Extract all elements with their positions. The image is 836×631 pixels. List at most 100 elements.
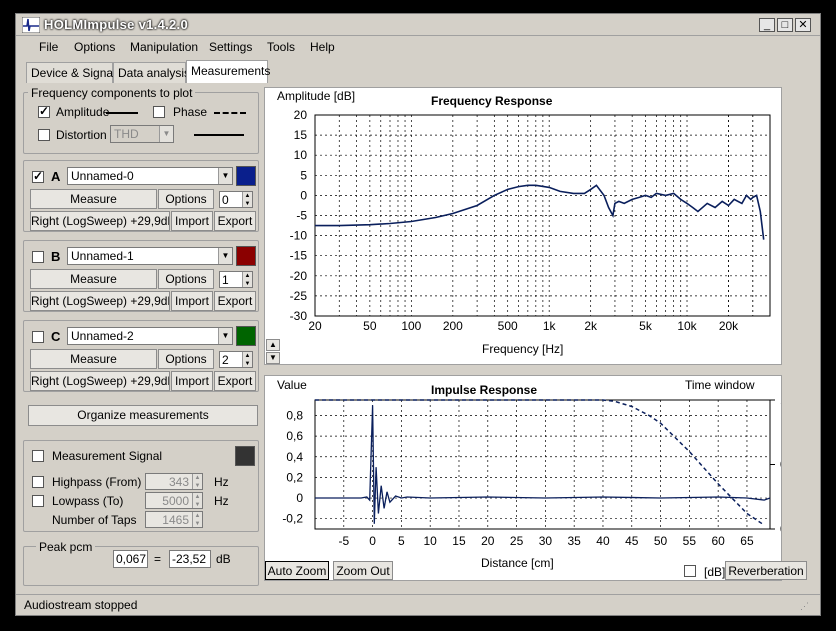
measurement-b-group: B Unnamed-1 ▼ Measure Options 1 ▲ ▼ Right… [23, 240, 259, 312]
x-tick-label: 20k [719, 319, 739, 333]
measurement-c-checkbox[interactable] [32, 331, 44, 343]
distortion-select-value: THD [114, 127, 139, 141]
x-tick-label: 60 [711, 534, 725, 548]
chevron-down-icon: ▼ [218, 248, 232, 264]
impulse-response-plot[interactable]: Value Impulse Response Time window Dista… [264, 375, 782, 581]
measurement-b-export-button[interactable]: Export [214, 291, 256, 311]
measurement-c-count-spinner[interactable]: 2 ▲ ▼ [219, 351, 253, 368]
measurement-b-import-button[interactable]: Import [171, 291, 213, 311]
lowpass-label: Lowpass (To) [52, 494, 124, 508]
measurement-c-export-button[interactable]: Export [214, 371, 256, 391]
spinner-arrows-icon[interactable]: ▲ ▼ [192, 493, 202, 508]
minimize-button[interactable]: _ [759, 18, 775, 32]
zoom-out-button[interactable]: Zoom Out [333, 561, 393, 580]
measurement-a-checkbox[interactable] [32, 169, 44, 183]
app-logo-icon [22, 17, 40, 33]
reverberation-button[interactable]: Reverberation [725, 561, 807, 580]
auto-zoom-button[interactable]: Auto Zoom [265, 561, 329, 580]
measurement-a-name-select[interactable]: Unnamed-0 ▼ [67, 167, 233, 185]
measurement-a-measure-button[interactable]: Measure [30, 189, 157, 209]
y-tick-label: 15 [294, 128, 308, 142]
maximize-button[interactable]: □ [777, 18, 793, 32]
taps-value: 1465 [162, 513, 189, 527]
measurement-c-count: 2 [222, 353, 229, 367]
measurement-b-options-button[interactable]: Options [158, 269, 214, 289]
x-tick-label: 15 [452, 534, 466, 548]
measurement-a-letter: A [51, 169, 61, 184]
measurement-signal-group: Measurement Signal Highpass (From) 343 ▲… [23, 440, 259, 532]
x-tick-label: 2k [584, 319, 598, 333]
measurement-signal-color-swatch[interactable] [235, 446, 255, 466]
measurement-a-export-button[interactable]: Export [214, 211, 256, 231]
status-text: Audiostream stopped [24, 598, 138, 612]
measurement-c-options-button[interactable]: Options [158, 349, 214, 369]
measurement-b-name-select[interactable]: Unnamed-1 ▼ [67, 247, 233, 265]
peak-db-unit: dB [216, 552, 231, 566]
close-button[interactable]: ✕ [795, 18, 811, 32]
tab-data-analysis[interactable]: Data analysis [113, 62, 190, 83]
measurement-c-name-select[interactable]: Unnamed-2 ▼ [67, 327, 233, 345]
resize-grip-icon[interactable]: ⋰ [800, 601, 809, 612]
measurement-a-count-spinner[interactable]: 0 ▲ ▼ [219, 191, 253, 208]
distortion-select[interactable]: THD ▼ [110, 125, 174, 143]
menu-options[interactable]: Options [74, 40, 115, 54]
chevron-down-icon: ▼ [218, 168, 232, 184]
zoom-down-arrow-icon[interactable]: ▼ [266, 352, 280, 364]
measurement-a-import-button[interactable]: Import [171, 211, 213, 231]
x-tick-label: 35 [567, 534, 581, 548]
spinner-arrows-icon[interactable]: ▲ ▼ [192, 512, 202, 527]
menu-file[interactable]: File [39, 40, 58, 54]
measurement-b-count: 1 [222, 273, 229, 287]
organize-measurements-button[interactable]: Organize measurements [28, 405, 258, 426]
y-tick-label: -0,2 [282, 512, 303, 526]
taps-spinner[interactable]: 1465 ▲ ▼ [145, 511, 203, 528]
menu-tools[interactable]: Tools [267, 40, 295, 54]
db-checkbox[interactable] [684, 565, 696, 577]
status-bar: Audiostream stopped ⋰ [16, 594, 820, 615]
measurement-c-letter: C [51, 329, 61, 344]
tab-measurements[interactable]: Measurements [186, 60, 270, 83]
tab-device-signal[interactable]: Device & Signal [26, 62, 116, 83]
measurement-b-color-swatch[interactable] [236, 246, 256, 266]
measurement-b-measure-button[interactable]: Measure [30, 269, 157, 289]
highpass-spinner[interactable]: 343 ▲ ▼ [145, 473, 203, 490]
zoom-up-arrow-icon[interactable]: ▲ [266, 339, 280, 351]
highpass-checkbox[interactable] [32, 476, 44, 488]
measurement-b-checkbox[interactable] [32, 251, 44, 263]
measurement-a-color-swatch[interactable] [236, 166, 256, 186]
y-tick-label: -25 [290, 289, 308, 303]
menu-help[interactable]: Help [310, 40, 335, 54]
measurement-a-group: A Unnamed-0 ▼ Measure Options 0 ▲▼ Right… [23, 160, 259, 232]
lowpass-unit: Hz [214, 494, 229, 508]
measurement-c-measure-button[interactable]: Measure [30, 349, 157, 369]
x-tick-label: 0 [369, 534, 376, 548]
title-bar[interactable]: HOLMImpulse v1.4.2.0 _ □ ✕ [16, 14, 820, 36]
measurement-signal-checkbox[interactable] [32, 450, 44, 462]
highpass-value: 343 [168, 475, 189, 489]
distortion-checkbox[interactable] [38, 129, 50, 141]
x-tick-label: 20 [308, 319, 322, 333]
x-tick-label: 50 [654, 534, 668, 548]
peak-pcm-title: Peak pcm [36, 540, 96, 554]
taps-label: Number of Taps [52, 513, 137, 527]
amplitude-checkbox[interactable] [38, 104, 50, 118]
y-tick-label: 0 [300, 188, 307, 202]
measurement-a-options-button[interactable]: Options [158, 189, 214, 209]
menu-settings[interactable]: Settings [209, 40, 252, 54]
phase-checkbox[interactable] [153, 106, 165, 118]
measurement-c-color-swatch[interactable] [236, 326, 256, 346]
lowpass-spinner[interactable]: 5000 ▲ ▼ [145, 492, 203, 509]
spinner-arrows-icon[interactable]: ▲ ▼ [242, 352, 252, 367]
y-tick-label: -10 [290, 229, 308, 243]
lowpass-checkbox[interactable] [32, 495, 44, 507]
measurement-c-import-button[interactable]: Import [171, 371, 213, 391]
chevron-down-icon: ▼ [218, 328, 232, 344]
spinner-arrows-icon[interactable]: ▲ ▼ [242, 272, 252, 287]
spinner-arrows-icon[interactable]: ▲ ▼ [192, 474, 202, 489]
measurement-b-count-spinner[interactable]: 1 ▲ ▼ [219, 271, 253, 288]
peak-equals: = [154, 552, 162, 566]
spinner-arrows-icon[interactable]: ▲ ▼ [242, 192, 252, 207]
right-tick-label: 1 [780, 393, 781, 407]
frequency-response-plot[interactable]: Amplitude [dB] Frequency Response Freque… [264, 87, 782, 365]
menu-manipulation[interactable]: Manipulation [130, 40, 198, 54]
